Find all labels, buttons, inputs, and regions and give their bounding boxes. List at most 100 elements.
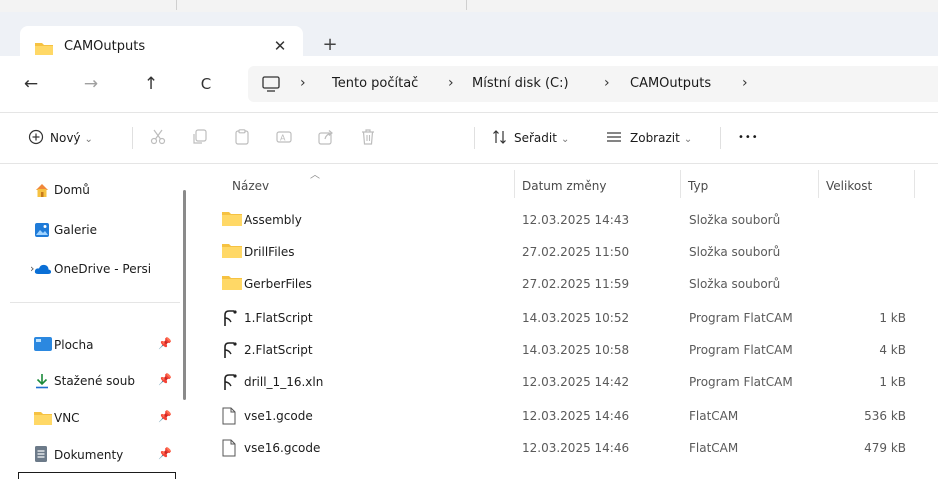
computer-icon bbox=[262, 76, 280, 92]
breadcrumb-separator: › bbox=[604, 75, 610, 91]
onedrive-icon bbox=[34, 264, 52, 274]
file-size bbox=[826, 204, 906, 236]
sidebar-item-documents[interactable]: Dokumenty bbox=[54, 444, 174, 466]
rename-icon[interactable]: A bbox=[276, 129, 292, 145]
tab-title: CAMOutputs bbox=[64, 39, 146, 54]
sidebar-item-vnc[interactable]: VNC bbox=[54, 407, 174, 429]
sidebar-divider bbox=[10, 302, 180, 303]
strip-tick bbox=[466, 0, 467, 10]
view-button[interactable]: Zobrazit ⌄ bbox=[630, 127, 692, 149]
sidebar-item-onedrive[interactable]: OneDrive - Persi bbox=[54, 258, 174, 280]
file-size: 1 kB bbox=[879, 375, 906, 389]
desktop-icon bbox=[34, 337, 52, 351]
file-size: 1 kB bbox=[879, 311, 906, 325]
table-row[interactable]: drill_1_16.xln 12.03.2025 14:42 Program … bbox=[200, 366, 938, 398]
navigation-pane bbox=[0, 164, 192, 478]
file-name: vse1.gcode bbox=[244, 409, 313, 423]
folder-icon bbox=[35, 43, 53, 55]
chevron-down-icon: ⌄ bbox=[560, 134, 570, 145]
column-header-size[interactable]: Velikost bbox=[826, 172, 872, 200]
file-name: Assembly bbox=[244, 213, 302, 227]
close-tab-button[interactable]: ✕ bbox=[268, 34, 292, 58]
delete-icon[interactable] bbox=[360, 129, 376, 145]
breadcrumb[interactable]: › Tento počítač › Místní disk (C:) › CAM… bbox=[248, 66, 938, 102]
new-button[interactable]: Nový ⌄ bbox=[50, 127, 93, 149]
refresh-button[interactable]: C bbox=[193, 72, 219, 96]
script-icon bbox=[224, 342, 237, 358]
file-size: 479 kB bbox=[864, 441, 906, 455]
script-icon bbox=[224, 374, 237, 390]
file-size bbox=[826, 236, 906, 268]
sidebar-item-desktop[interactable]: Plocha bbox=[54, 334, 174, 356]
file-type: Složka souborů bbox=[689, 277, 781, 291]
chevron-down-icon: ⌄ bbox=[683, 134, 693, 145]
forward-button[interactable]: → bbox=[78, 72, 104, 96]
breadcrumb-camoutputs[interactable]: CAMOutputs bbox=[630, 76, 711, 91]
strip-tick bbox=[176, 0, 177, 10]
file-date: 27.02.2025 11:50 bbox=[522, 245, 630, 259]
sort-button[interactable]: Seřadit ⌄ bbox=[514, 127, 569, 149]
table-row[interactable]: vse16.gcode 12.03.2025 14:46 FlatCAM 479… bbox=[200, 432, 938, 464]
download-icon bbox=[36, 374, 48, 389]
column-divider[interactable] bbox=[514, 170, 515, 198]
table-row[interactable]: 2.FlatScript 14.03.2025 10:58 Program Fl… bbox=[200, 334, 938, 366]
table-row[interactable]: 1.FlatScript 14.03.2025 10:52 Program Fl… bbox=[200, 302, 938, 334]
sidebar-item-downloads[interactable]: Stažené soub bbox=[54, 370, 158, 392]
pin-icon[interactable]: 📌 bbox=[158, 447, 172, 460]
file-size: 4 kB bbox=[879, 343, 906, 357]
breadcrumb-local-disk[interactable]: Místní disk (C:) bbox=[472, 76, 569, 91]
folder-icon bbox=[222, 212, 242, 226]
gallery-icon bbox=[35, 223, 49, 237]
breadcrumb-this-pc[interactable]: Tento počítač bbox=[332, 76, 418, 91]
column-divider[interactable] bbox=[680, 170, 681, 198]
up-button[interactable]: ↑ bbox=[138, 72, 164, 96]
new-tab-button[interactable]: + bbox=[318, 34, 342, 58]
sidebar-item-home[interactable]: Domů bbox=[54, 179, 174, 201]
column-header-name[interactable]: Název bbox=[232, 172, 269, 200]
more-options-button[interactable]: ••• bbox=[738, 127, 759, 149]
tab-bar: CAMOutputs ✕ + bbox=[0, 12, 938, 68]
table-row[interactable]: vse1.gcode 12.03.2025 14:46 FlatCAM 536 … bbox=[200, 400, 938, 432]
divider bbox=[474, 127, 475, 149]
pin-icon[interactable]: 📌 bbox=[158, 410, 172, 423]
file-date: 27.02.2025 11:59 bbox=[522, 277, 630, 291]
column-header-type[interactable]: Typ bbox=[688, 172, 708, 200]
table-row[interactable]: Assembly 12.03.2025 14:43 Složka souborů bbox=[200, 204, 938, 236]
sidebar-scrollbar[interactable] bbox=[183, 190, 186, 400]
paste-icon[interactable] bbox=[234, 129, 250, 145]
cut-icon[interactable] bbox=[150, 129, 166, 145]
file-name: GerberFiles bbox=[244, 277, 312, 291]
file-name: DrillFiles bbox=[244, 245, 295, 259]
desktop-strip bbox=[0, 0, 938, 12]
table-row[interactable]: DrillFiles 27.02.2025 11:50 Složka soubo… bbox=[200, 236, 938, 268]
column-header-date[interactable]: Datum změny bbox=[522, 172, 607, 200]
file-size bbox=[826, 268, 906, 300]
file-type: Program FlatCAM bbox=[689, 311, 793, 325]
file-date: 12.03.2025 14:46 bbox=[522, 441, 630, 455]
file-date: 12.03.2025 14:42 bbox=[522, 375, 630, 389]
breadcrumb-separator: › bbox=[448, 75, 454, 91]
home-icon bbox=[36, 184, 48, 197]
address-bar: ← → ↑ C › Tento počítač › Místní disk (C… bbox=[0, 56, 938, 113]
sidebar-item-gallery[interactable]: Galerie bbox=[54, 219, 174, 241]
breadcrumb-separator: › bbox=[300, 75, 306, 91]
table-row[interactable]: GerberFiles 27.02.2025 11:59 Složka soub… bbox=[200, 268, 938, 300]
file-name: 2.FlatScript bbox=[244, 343, 313, 357]
file-name: vse16.gcode bbox=[244, 441, 321, 455]
copy-icon[interactable] bbox=[192, 129, 208, 145]
column-divider[interactable] bbox=[818, 170, 819, 198]
plus-circle-icon bbox=[28, 129, 44, 145]
folder-icon bbox=[34, 412, 52, 425]
file-date: 12.03.2025 14:43 bbox=[522, 213, 630, 227]
divider bbox=[720, 127, 721, 149]
pin-icon[interactable]: 📌 bbox=[158, 373, 172, 386]
back-button[interactable]: ← bbox=[18, 72, 44, 96]
view-icon bbox=[607, 132, 621, 142]
column-divider[interactable] bbox=[914, 170, 915, 198]
share-icon[interactable] bbox=[318, 129, 334, 145]
breadcrumb-separator: › bbox=[742, 75, 748, 91]
file-name: 1.FlatScript bbox=[244, 311, 313, 325]
file-type: FlatCAM bbox=[689, 409, 739, 423]
file-type: Program FlatCAM bbox=[689, 343, 793, 357]
pin-icon[interactable]: 📌 bbox=[158, 337, 172, 350]
